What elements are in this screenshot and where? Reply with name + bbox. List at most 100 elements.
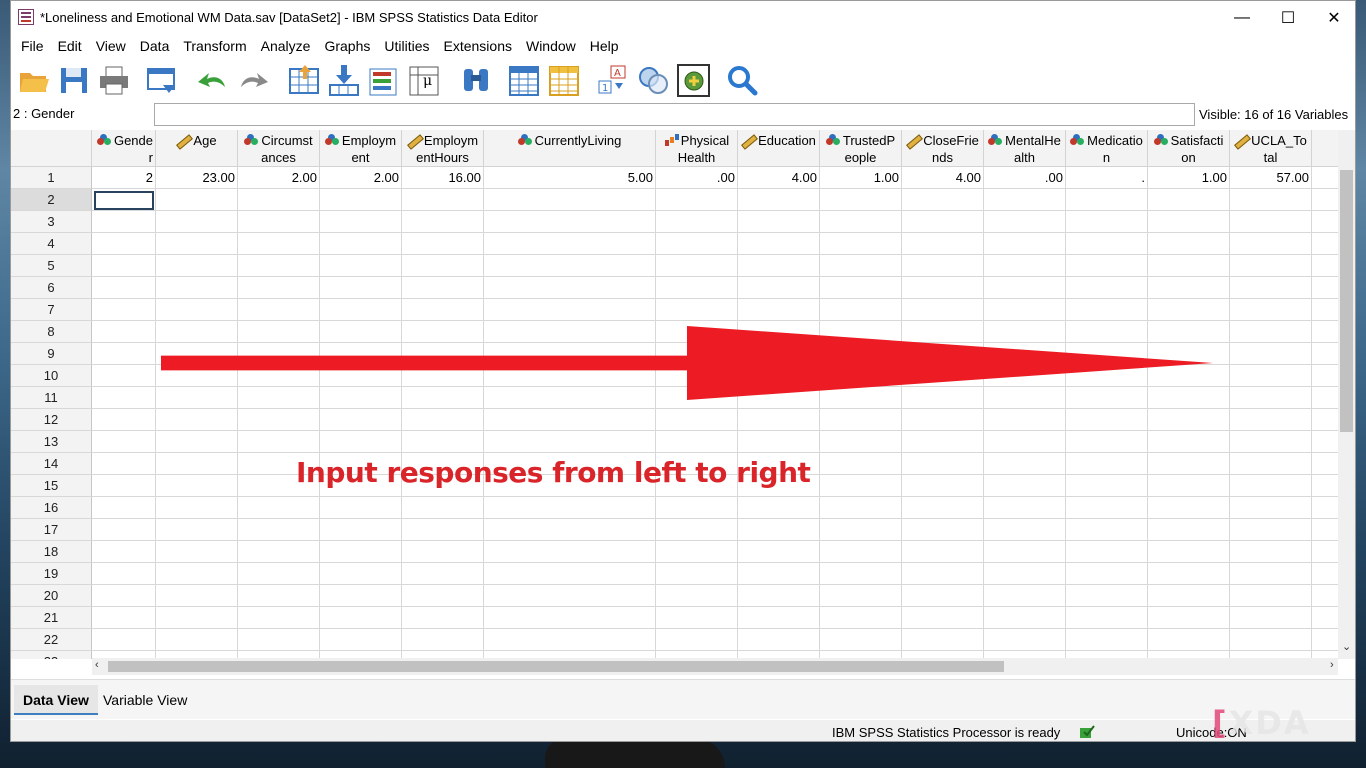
menu-window[interactable]: Window	[519, 38, 583, 54]
column-header-gender[interactable]: Gende r	[92, 130, 156, 167]
menu-file[interactable]: File	[14, 38, 51, 54]
data-cell[interactable]: 1.00	[820, 167, 902, 189]
column-header-employmenthours[interactable]: Employm entHours	[402, 130, 484, 167]
vertical-scroll-thumb[interactable]	[1340, 170, 1353, 432]
menu-help[interactable]: Help	[583, 38, 626, 54]
go-to-case-icon[interactable]	[287, 63, 321, 97]
corner-cell[interactable]	[11, 130, 92, 167]
minimize-button[interactable]: —	[1219, 1, 1265, 34]
horizontal-scrollbar[interactable]: ‹ ›	[92, 658, 1338, 675]
horizontal-scroll-thumb[interactable]	[108, 661, 1004, 672]
tab-variable-view[interactable]: Variable View	[94, 685, 196, 715]
go-to-variable-icon[interactable]	[327, 63, 361, 97]
scroll-left-icon[interactable]: ‹	[95, 659, 99, 671]
row-header[interactable]: 19	[11, 563, 92, 585]
data-cell[interactable]: 1.00	[1148, 167, 1230, 189]
data-cell[interactable]: 4.00	[902, 167, 984, 189]
data-cell[interactable]: 5.00	[484, 167, 656, 189]
column-header-more[interactable]	[1312, 130, 1338, 167]
row-header[interactable]: 14	[11, 453, 92, 475]
row-header[interactable]: 20	[11, 585, 92, 607]
row-header[interactable]: 3	[11, 211, 92, 233]
row-header[interactable]: 15	[11, 475, 92, 497]
close-button[interactable]: ✕	[1311, 1, 1355, 34]
variables-icon[interactable]	[367, 63, 401, 97]
column-header-physicalhealth[interactable]: Physical Health	[656, 130, 738, 167]
column-header-medication[interactable]: Medicatio n	[1066, 130, 1148, 167]
tab-data-view[interactable]: Data View	[14, 685, 98, 715]
redo-icon[interactable]	[237, 63, 271, 97]
row-header[interactable]: 17	[11, 519, 92, 541]
data-cell[interactable]: .	[1066, 167, 1148, 189]
column-header-closefriends[interactable]: CloseFrie nds	[902, 130, 984, 167]
menu-data[interactable]: Data	[133, 38, 177, 54]
column-header-ucla_total[interactable]: UCLA_To tal	[1230, 130, 1312, 167]
maximize-button[interactable]: ☐	[1265, 1, 1311, 34]
column-header-currentlyliving[interactable]: CurrentlyLiving	[484, 130, 656, 167]
row-header[interactable]: 23	[11, 651, 92, 659]
row-header[interactable]: 22	[11, 629, 92, 651]
find-icon[interactable]	[459, 63, 493, 97]
row-header[interactable]: 10	[11, 365, 92, 387]
row-header[interactable]: 8	[11, 321, 92, 343]
data-cell[interactable]: 4.00	[738, 167, 820, 189]
xda-bracket-icon: [	[1212, 704, 1229, 742]
row-header[interactable]: 21	[11, 607, 92, 629]
data-cell[interactable]: 23.00	[156, 167, 238, 189]
data-cell[interactable]: 16.00	[402, 167, 484, 189]
column-header-employment[interactable]: Employm ent	[320, 130, 402, 167]
menu-edit[interactable]: Edit	[51, 38, 89, 54]
row-header[interactable]: 13	[11, 431, 92, 453]
data-cell[interactable]: .00	[656, 167, 738, 189]
column-header-circumstances[interactable]: Circumst ances	[238, 130, 320, 167]
data-cell[interactable]: 2.00	[238, 167, 320, 189]
menu-analyze[interactable]: Analyze	[254, 38, 318, 54]
row-header[interactable]: 18	[11, 541, 92, 563]
data-cell[interactable]: .00	[984, 167, 1066, 189]
data-cell[interactable]: 57.00	[1230, 167, 1312, 189]
cell-editor-input[interactable]	[154, 103, 1195, 126]
insert-variable-icon[interactable]	[547, 63, 581, 97]
row-header[interactable]: 4	[11, 233, 92, 255]
selected-cell[interactable]	[94, 191, 154, 210]
column-header-age[interactable]: Age	[156, 130, 238, 167]
search-icon[interactable]	[725, 63, 759, 97]
data-cell[interactable]: 2	[92, 167, 156, 189]
column-header-satisfaction[interactable]: Satisfacti on	[1148, 130, 1230, 167]
menu-transform[interactable]: Transform	[176, 38, 253, 54]
scroll-down-icon[interactable]: ⌄	[1342, 640, 1351, 653]
split-file-icon[interactable]: A1	[597, 63, 631, 97]
print-icon[interactable]	[97, 63, 131, 97]
descriptive-statistics-icon[interactable]: μ	[407, 63, 441, 97]
row-header[interactable]: 7	[11, 299, 92, 321]
vertical-scrollbar[interactable]: ⌄	[1338, 130, 1355, 659]
data-cell[interactable]	[1312, 167, 1338, 189]
row-header[interactable]: 12	[11, 409, 92, 431]
column-header-trustedpeople[interactable]: TrustedP eople	[820, 130, 902, 167]
scroll-right-icon[interactable]: ›	[1330, 659, 1334, 671]
open-data-icon[interactable]	[17, 63, 51, 97]
save-icon[interactable]	[57, 63, 91, 97]
data-cell[interactable]: 2.00	[320, 167, 402, 189]
row-header[interactable]: 6	[11, 277, 92, 299]
column-header-mentalhealth[interactable]: MentalHe alth	[984, 130, 1066, 167]
select-cases-icon[interactable]	[637, 63, 671, 97]
column-header-education[interactable]: Education	[738, 130, 820, 167]
insert-cases-icon[interactable]	[507, 63, 541, 97]
column-label-line1: Physical	[680, 133, 730, 148]
nominal-measure-icon	[517, 134, 532, 146]
column-label-line1: CloseFrie	[923, 133, 979, 148]
row-header[interactable]: 16	[11, 497, 92, 519]
row-header[interactable]: 2	[11, 189, 92, 211]
row-header[interactable]: 1	[11, 167, 92, 189]
value-labels-icon[interactable]	[677, 63, 711, 97]
undo-icon[interactable]	[195, 63, 229, 97]
menu-utilities[interactable]: Utilities	[377, 38, 436, 54]
menu-extensions[interactable]: Extensions	[437, 38, 519, 54]
menu-view[interactable]: View	[89, 38, 133, 54]
row-header[interactable]: 5	[11, 255, 92, 277]
row-header[interactable]: 9	[11, 343, 92, 365]
recall-dialog-icon[interactable]	[145, 63, 179, 97]
menu-graphs[interactable]: Graphs	[317, 38, 377, 54]
row-header[interactable]: 11	[11, 387, 92, 409]
